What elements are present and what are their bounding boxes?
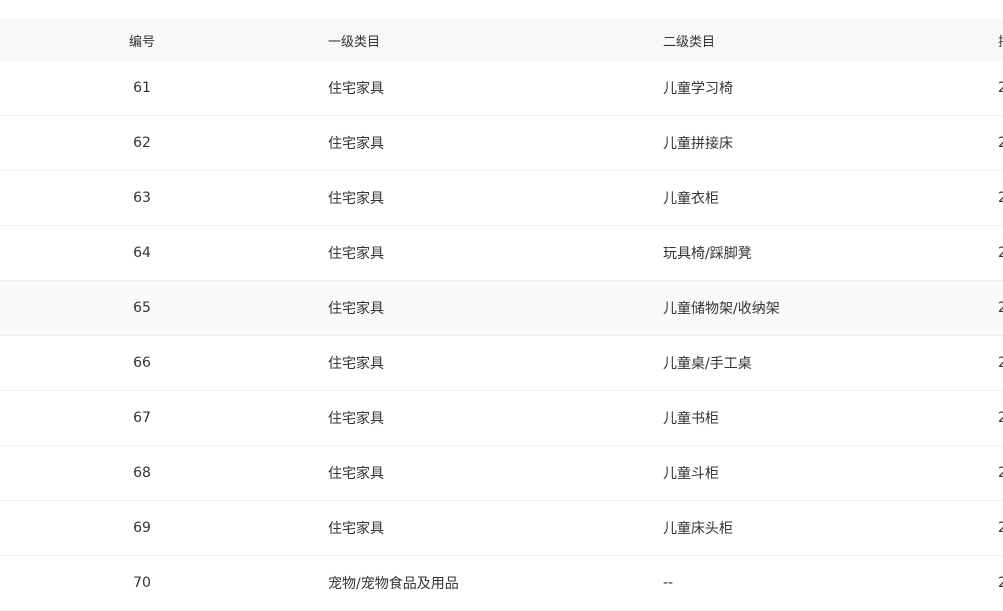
cell-level2: 儿童学习椅: [663, 81, 733, 97]
cell-extra: 2: [998, 80, 1003, 96]
cell-extra: 2: [998, 190, 1003, 206]
cell-level1: 住宅家具: [328, 246, 384, 262]
cell-level2: 儿童衣柜: [663, 191, 719, 207]
cell-level2: 儿童斗柜: [663, 466, 719, 482]
table-row[interactable]: 69 住宅家具 儿童床头柜 2: [0, 501, 1003, 556]
cell-level2: 儿童拼接床: [663, 136, 733, 152]
cell-level2: 儿童桌/手工桌: [663, 356, 752, 372]
cell-extra: 2: [998, 575, 1003, 591]
header-level1[interactable]: 一级类目: [328, 19, 380, 61]
cell-id: 62: [133, 135, 151, 151]
header-extra[interactable]: 排: [998, 19, 1003, 61]
cell-extra: 2: [998, 410, 1003, 426]
cell-id: 70: [133, 575, 151, 591]
category-table: 编号 一级类目 二级类目 排 61 住宅家具 儿童学习椅 2 62 住宅家具 儿…: [0, 19, 1003, 611]
cell-id: 65: [133, 300, 151, 316]
table-row[interactable]: 67 住宅家具 儿童书柜 2: [0, 391, 1003, 446]
cell-extra: 2: [998, 355, 1003, 371]
cell-level2: --: [663, 575, 674, 591]
cell-level1: 住宅家具: [328, 521, 384, 537]
cell-id: 67: [133, 410, 151, 426]
table-row[interactable]: 62 住宅家具 儿童拼接床 2: [0, 116, 1003, 171]
cell-level1: 住宅家具: [328, 356, 384, 372]
cell-level1: 住宅家具: [328, 191, 384, 207]
header-id[interactable]: 编号: [100, 19, 184, 61]
cell-level1: 住宅家具: [328, 81, 384, 97]
cell-level2: 儿童床头柜: [663, 521, 733, 537]
cell-level1: 宠物/宠物食品及用品: [328, 576, 459, 592]
header-level2[interactable]: 二级类目: [663, 19, 715, 61]
cell-id: 66: [133, 355, 151, 371]
table-header: 编号 一级类目 二级类目 排: [0, 19, 1003, 61]
cell-level2: 玩具椅/踩脚凳: [663, 246, 752, 262]
table-row[interactable]: 65 住宅家具 儿童储物架/收纳架 2: [0, 281, 1003, 336]
cell-extra: 2: [998, 300, 1003, 316]
cell-extra: 2: [998, 520, 1003, 536]
cell-id: 64: [133, 245, 151, 261]
cell-level1: 住宅家具: [328, 136, 384, 152]
table-row[interactable]: 63 住宅家具 儿童衣柜 2: [0, 171, 1003, 226]
cell-id: 63: [133, 190, 151, 206]
cell-level2: 儿童书柜: [663, 411, 719, 427]
cell-level1: 住宅家具: [328, 301, 384, 317]
cell-extra: 2: [998, 245, 1003, 261]
table-row[interactable]: 66 住宅家具 儿童桌/手工桌 2: [0, 336, 1003, 391]
cell-level1: 住宅家具: [328, 466, 384, 482]
cell-extra: 2: [998, 135, 1003, 151]
cell-level1: 住宅家具: [328, 411, 384, 427]
table-row[interactable]: 64 住宅家具 玩具椅/踩脚凳 2: [0, 226, 1003, 281]
cell-level2: 儿童储物架/收纳架: [663, 301, 780, 317]
table-row[interactable]: 61 住宅家具 儿童学习椅 2: [0, 61, 1003, 116]
cell-id: 61: [133, 80, 151, 96]
cell-id: 68: [133, 465, 151, 481]
cell-id: 69: [133, 520, 151, 536]
cell-extra: 2: [998, 465, 1003, 481]
table-row[interactable]: 68 住宅家具 儿童斗柜 2: [0, 446, 1003, 501]
